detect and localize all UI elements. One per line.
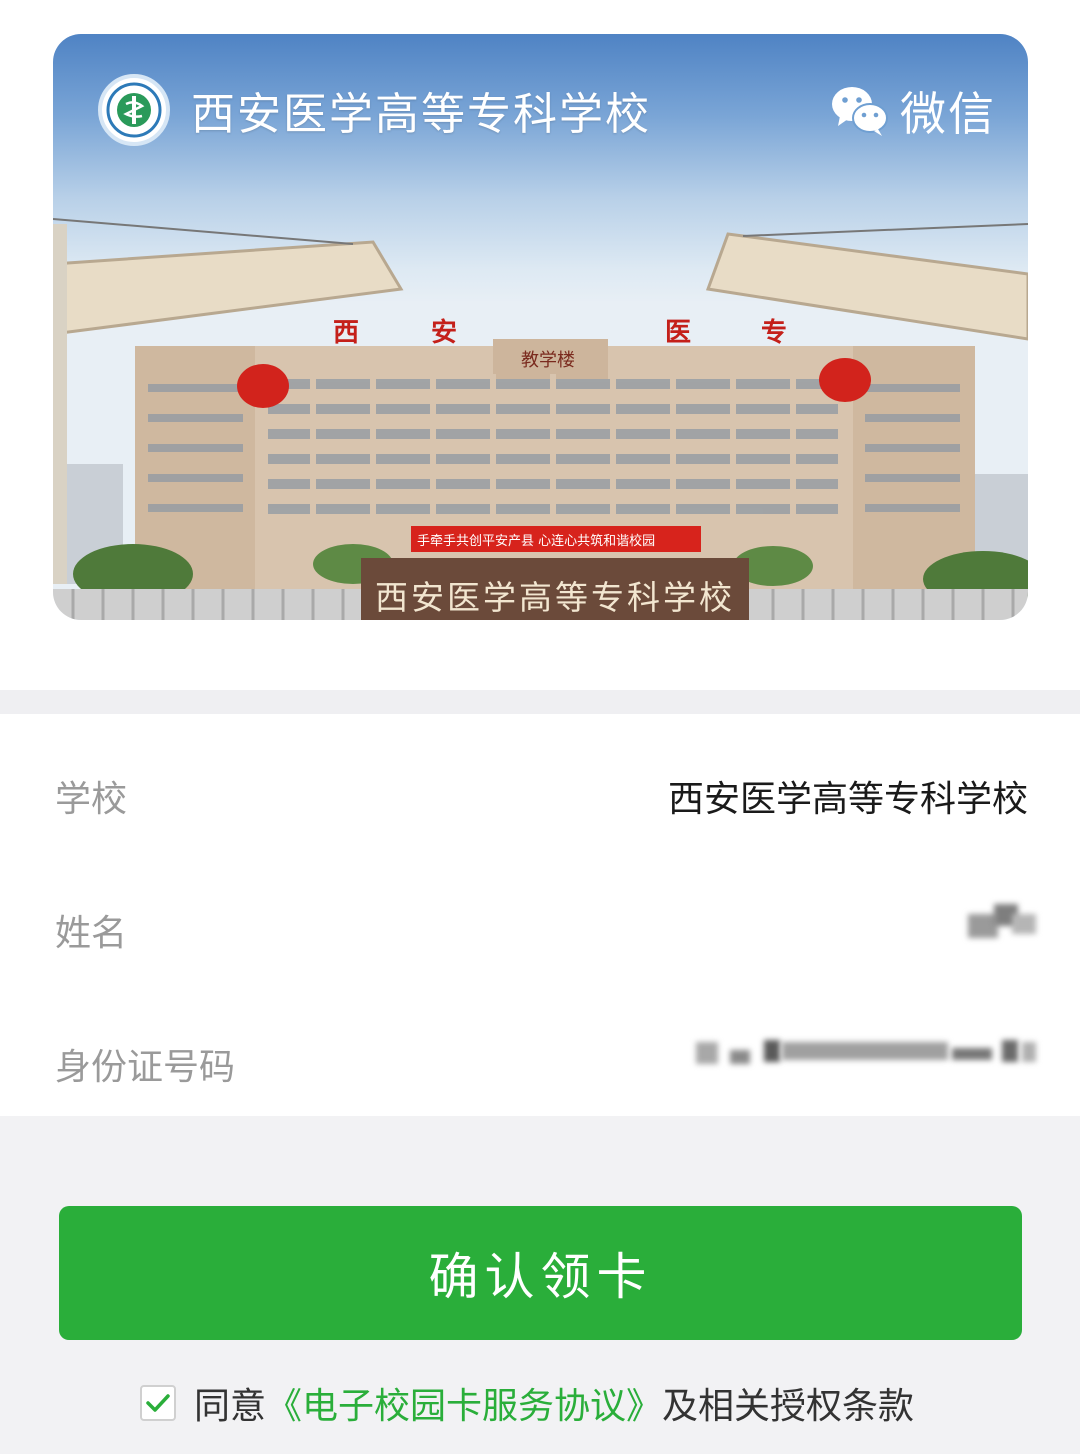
building-sign: 教学楼: [521, 350, 575, 371]
wechat-label: 微信: [900, 87, 996, 141]
agree-prefix: 同意: [194, 1386, 267, 1427]
section-divider: [0, 690, 1080, 714]
campus-card: 西 安 医 专 教学楼 手牵手共创平安产县 心连心共筑和谐校园 西安医学高等专科…: [53, 34, 1028, 620]
banner-slogan: 手牵手共创平安产县 心连心共筑和谐校园: [417, 534, 656, 549]
id-label: 身份证号码: [55, 1047, 236, 1088]
wechat-icon: [832, 87, 888, 136]
card-info-form: 学校 西安医学高等专科学校 姓名 身份证号码: [0, 714, 1080, 1116]
agreement-checkbox[interactable]: [140, 1385, 176, 1421]
service-agreement-link[interactable]: 《电子校园卡服务协议》: [266, 1377, 662, 1429]
wechat-brand: 微信: [830, 78, 996, 144]
banner-sign-char-4: 专: [761, 318, 788, 348]
name-value-redacted: [968, 904, 1036, 940]
banner-sign-char-3: 医: [665, 318, 692, 348]
agreement-row: 同意 《电子校园卡服务协议》 及相关授权条款: [140, 1378, 914, 1428]
confirm-claim-card-button[interactable]: 确认领卡: [59, 1206, 1022, 1340]
name-row: 姓名: [0, 870, 1080, 1004]
campus-card-section: 西 安 医 专 教学楼 手牵手共创平安产县 心连心共筑和谐校园 西安医学高等专科…: [0, 0, 1080, 690]
checkmark-icon: [146, 1394, 170, 1412]
agree-suffix: 及相关授权条款: [662, 1386, 915, 1427]
school-row: 学校 西安医学高等专科学校: [0, 736, 1080, 870]
name-label: 姓名: [55, 913, 128, 954]
banner-sign-char-2: 安: [431, 318, 458, 348]
school-emblem-icon: [98, 74, 170, 146]
school-label: 学校: [55, 779, 128, 820]
school-value: 西安医学高等专科学校: [667, 779, 1028, 820]
card-title: 西安医学高等专科学校: [191, 89, 651, 140]
id-value-redacted: [696, 1038, 1036, 1068]
action-area: 确认领卡 同意 《电子校园卡服务协议》 及相关授权条款: [0, 1116, 1080, 1454]
gate-stone-text: 西安医学高等专科学校: [375, 578, 735, 617]
banner-sign-char-1: 西: [333, 318, 360, 348]
